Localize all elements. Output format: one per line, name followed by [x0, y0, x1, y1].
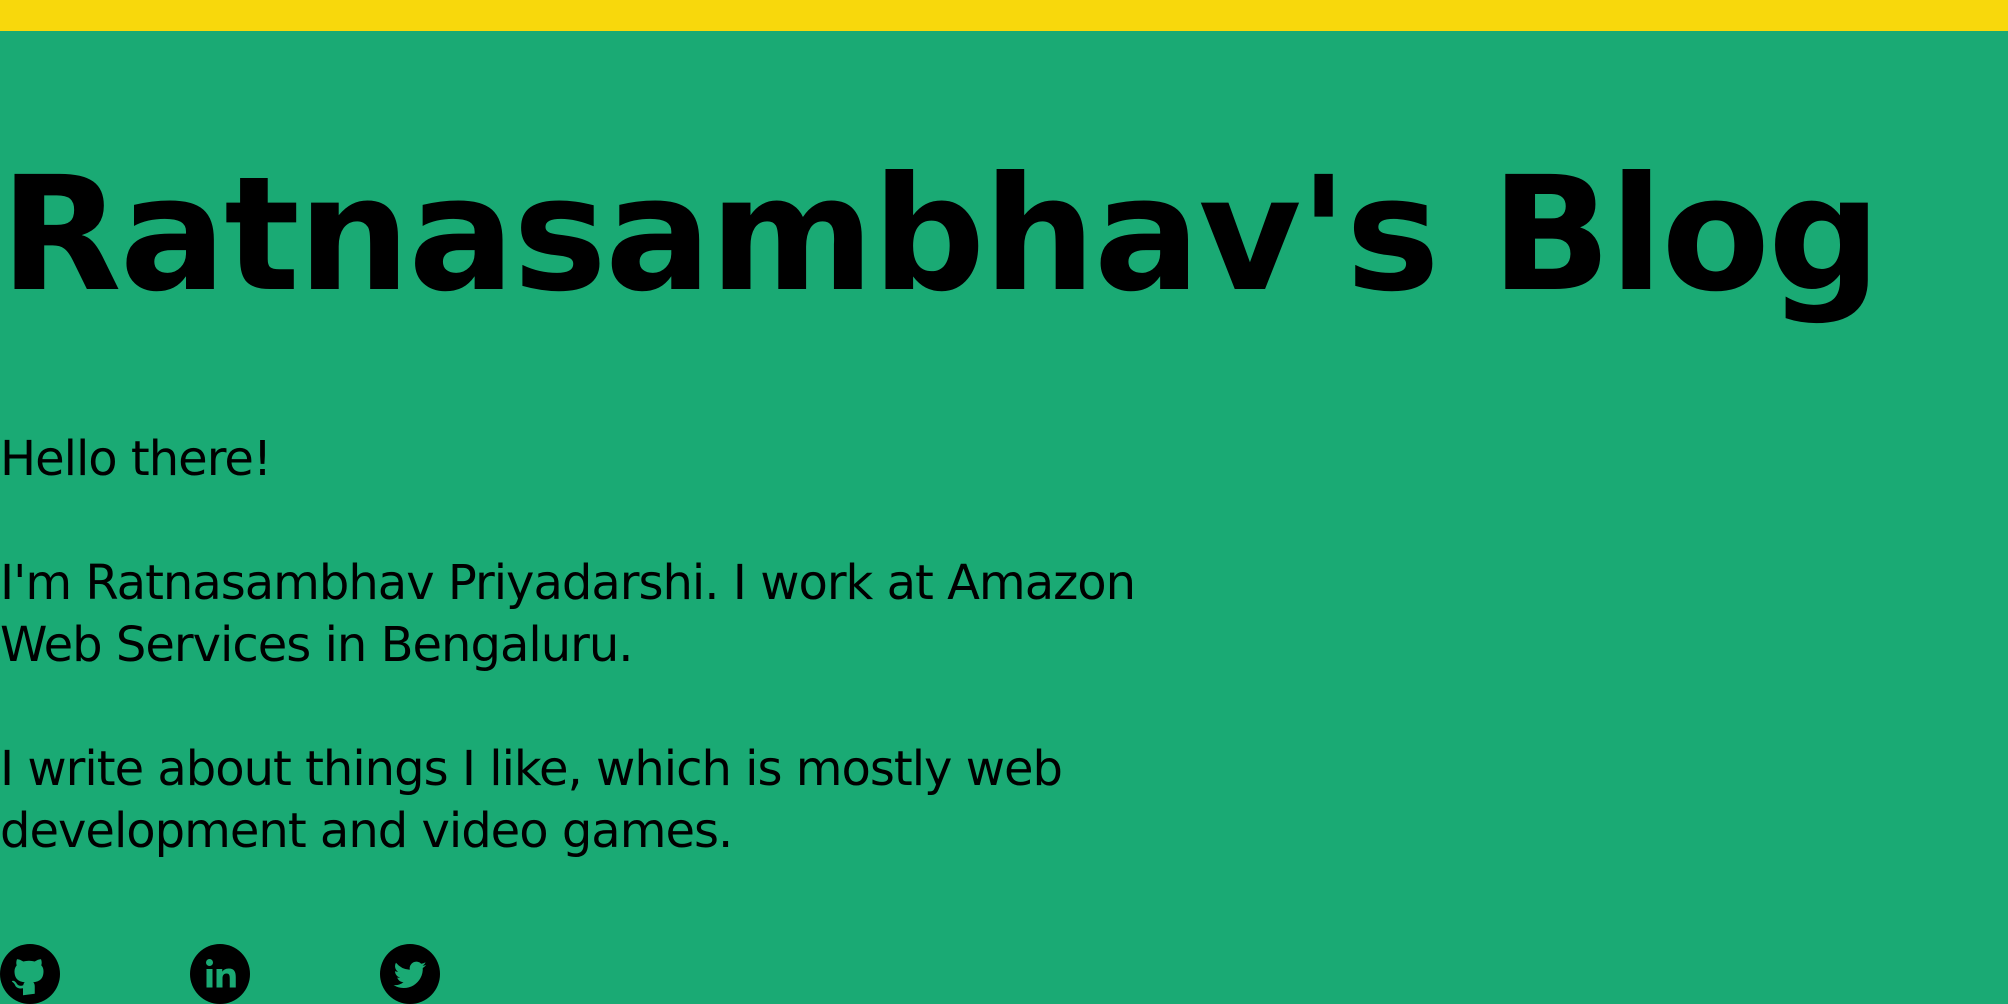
about-text: I'm Ratnasambhav Priyadarshi. I work at … — [0, 555, 1136, 673]
topics-text: I write about things I like, which is mo… — [0, 741, 1063, 859]
github-icon — [0, 944, 60, 1004]
top-accent-bar — [0, 0, 2008, 31]
twitter-icon — [380, 944, 440, 1004]
github-link[interactable] — [0, 944, 60, 1004]
blog-title: Ratnasambhav's Blog — [0, 143, 1881, 327]
intro-section: Hello there! I'm Ratnasambhav Priyadarsh… — [0, 428, 1170, 924]
greeting-text: Hello there! — [0, 431, 272, 487]
linkedin-link[interactable] — [190, 944, 250, 1004]
linkedin-icon — [190, 944, 250, 1004]
twitter-link[interactable] — [380, 944, 440, 1004]
